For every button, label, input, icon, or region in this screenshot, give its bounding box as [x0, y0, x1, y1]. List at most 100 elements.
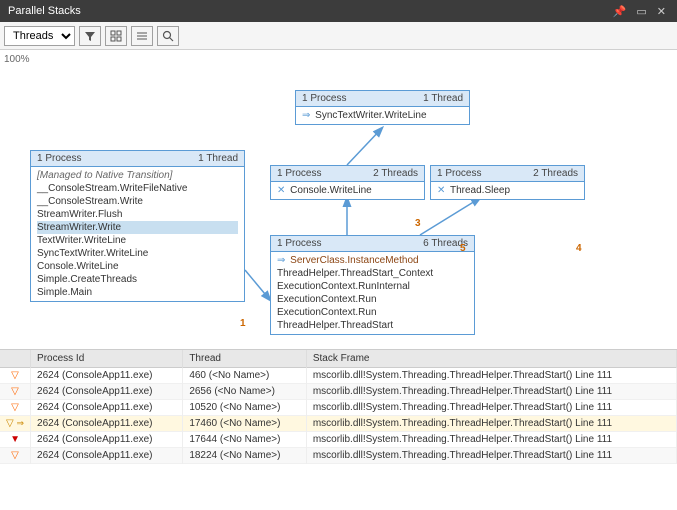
node1-method3: StreamWriter.Flush [37, 208, 238, 221]
node1-threads: 1 Thread [198, 153, 238, 164]
row2-thread: 2656 (<No Name>) [183, 384, 307, 400]
node2-body: ⇒ ServerClass.InstanceMethod ThreadHelpe… [271, 252, 474, 334]
table-row[interactable]: ▽ 2624 (ConsoleApp11.exe) 10520 (<No Nam… [0, 400, 677, 416]
row4-thread: 17460 (<No Name>) [183, 416, 307, 432]
toggle2-button[interactable] [131, 26, 153, 46]
label1: 1 [240, 318, 246, 329]
row6-thread: 18224 (<No Name>) [183, 448, 307, 464]
row5-icon: ▼ [0, 432, 31, 448]
table-row[interactable]: ▽ 2624 (ConsoleApp11.exe) 2656 (<No Name… [0, 384, 677, 400]
node3-header: 1 Process 2 Threads [271, 166, 424, 182]
toggle1-icon [110, 30, 122, 42]
node3: 1 Process 2 Threads ✕ Console.WriteLine [270, 165, 425, 200]
node2-method1-text: ServerClass.InstanceMethod [290, 255, 418, 266]
row4-frame: mscorlib.dll!System.Threading.ThreadHelp… [306, 416, 676, 432]
node2-method2: ThreadHelper.ThreadStart_Context [277, 267, 468, 280]
label4: 4 [576, 243, 582, 254]
table-body: ▽ 2624 (ConsoleApp11.exe) 460 (<No Name>… [0, 368, 677, 464]
row4-process: 2624 (ConsoleApp11.exe) [31, 416, 183, 432]
node2-method3: ExecutionContext.RunInternal [277, 280, 468, 293]
row6-process: 2624 (ConsoleApp11.exe) [31, 448, 183, 464]
row2-process: 2624 (ConsoleApp11.exe) [31, 384, 183, 400]
node4-header: 1 Process 2 Threads [431, 166, 584, 182]
label5: 5 [460, 243, 466, 254]
table-header: Process Id Thread Stack Frame [0, 350, 677, 368]
row5-process: 2624 (ConsoleApp11.exe) [31, 432, 183, 448]
threads-table: Process Id Thread Stack Frame ▽ 2624 (Co… [0, 350, 677, 464]
node1-method8: Simple.CreateThreads [37, 273, 238, 286]
row1-process: 2624 (ConsoleApp11.exe) [31, 368, 183, 384]
node1-method1: __ConsoleStream.WriteFileNative [37, 182, 238, 195]
node3-process: 1 Process [277, 168, 321, 179]
row6-frame: mscorlib.dll!System.Threading.ThreadHelp… [306, 448, 676, 464]
row1-thread: 460 (<No Name>) [183, 368, 307, 384]
node5: 1 Process 1 Thread ⇒ SyncTextWriter.Writ… [295, 90, 470, 125]
row5-thread: 17644 (<No Name>) [183, 432, 307, 448]
row6-icon: ▽ [0, 448, 31, 464]
node4-method1-icon: ✕ [437, 185, 445, 196]
node2-process: 1 Process [277, 238, 321, 249]
node2-method1-icon: ⇒ [277, 255, 285, 266]
row3-frame: mscorlib.dll!System.Threading.ThreadHelp… [306, 400, 676, 416]
col-icon [0, 350, 31, 368]
node3-threads: 2 Threads [373, 168, 418, 179]
view-dropdown[interactable]: Threads Tasks [4, 26, 75, 46]
col-stack-frame: Stack Frame [306, 350, 676, 368]
node1-body: [Managed to Native Transition] __Console… [31, 167, 244, 301]
node2-method6: ThreadHelper.ThreadStart [277, 319, 468, 332]
node1-header: 1 Process 1 Thread [31, 151, 244, 167]
node5-method1-icon: ⇒ [302, 110, 310, 121]
row2-frame: mscorlib.dll!System.Threading.ThreadHelp… [306, 384, 676, 400]
node2: 1 Process 6 Threads ⇒ ServerClass.Instan… [270, 235, 475, 335]
table-row[interactable]: ▼ 2624 (ConsoleApp11.exe) 17644 (<No Nam… [0, 432, 677, 448]
node1-method2: __ConsoleStream.Write [37, 195, 238, 208]
node5-method1: ⇒ SyncTextWriter.WriteLine [302, 109, 463, 122]
search-button[interactable] [157, 26, 179, 46]
node1-method5: TextWriter.WriteLine [37, 234, 238, 247]
filter-button[interactable] [79, 26, 101, 46]
table-area: Process Id Thread Stack Frame ▽ 2624 (Co… [0, 350, 677, 510]
node2-method4: ExecutionContext.Run [277, 293, 468, 306]
col-thread: Thread [183, 350, 307, 368]
col-process-id: Process Id [31, 350, 183, 368]
node4-method1-text: Thread.Sleep [450, 185, 510, 196]
node5-process: 1 Process [302, 93, 346, 104]
filter-icon [84, 30, 96, 42]
close-button[interactable]: ✕ [654, 5, 669, 18]
toggle2-icon [136, 30, 148, 42]
node5-header: 1 Process 1 Thread [296, 91, 469, 107]
node3-method1-text: Console.WriteLine [290, 185, 372, 196]
node4-method1: ✕ Thread.Sleep [437, 184, 578, 197]
table-row[interactable]: ▽ 2624 (ConsoleApp11.exe) 18224 (<No Nam… [0, 448, 677, 464]
node5-method1-text: SyncTextWriter.WriteLine [315, 110, 426, 121]
node3-method1-icon: ✕ [277, 185, 285, 196]
graph-area: 100% 1 Process 1 Thread [0, 50, 677, 350]
float-button[interactable]: ▭ [633, 5, 649, 18]
table-row[interactable]: ▽ 2624 (ConsoleApp11.exe) 460 (<No Name>… [0, 368, 677, 384]
node1-method7: Console.WriteLine [37, 260, 238, 273]
search-icon [162, 30, 174, 42]
title-bar-controls: 📌 ▭ ✕ [610, 5, 669, 18]
row3-process: 2624 (ConsoleApp11.exe) [31, 400, 183, 416]
node4-threads: 2 Threads [533, 168, 578, 179]
title-bar: Parallel Stacks 📌 ▭ ✕ [0, 0, 677, 22]
node1-method4: StreamWriter.Write [37, 221, 238, 234]
toggle1-button[interactable] [105, 26, 127, 46]
zoom-label: 100% [4, 54, 30, 65]
window-title: Parallel Stacks [8, 5, 81, 17]
node3-method1: ✕ Console.WriteLine [277, 184, 418, 197]
node1-method9: Simple.Main [37, 286, 238, 299]
table-row[interactable]: ▽ ⇒ 2624 (ConsoleApp11.exe) 17460 (<No N… [0, 416, 677, 432]
node5-body: ⇒ SyncTextWriter.WriteLine [296, 107, 469, 124]
row1-icon: ▽ [0, 368, 31, 384]
node1-method0: [Managed to Native Transition] [37, 169, 238, 182]
node4: 1 Process 2 Threads ✕ Thread.Sleep [430, 165, 585, 200]
pin-button[interactable]: 📌 [610, 5, 630, 18]
node2-header: 1 Process 6 Threads [271, 236, 474, 252]
label3: 3 [415, 218, 421, 229]
toolbar: Threads Tasks [0, 22, 677, 50]
node2-method5: ExecutionContext.Run [277, 306, 468, 319]
row5-frame: mscorlib.dll!System.Threading.ThreadHelp… [306, 432, 676, 448]
main-container: 100% 1 Process 1 Thread [0, 50, 677, 510]
node1: 1 Process 1 Thread [Managed to Native Tr… [30, 150, 245, 302]
